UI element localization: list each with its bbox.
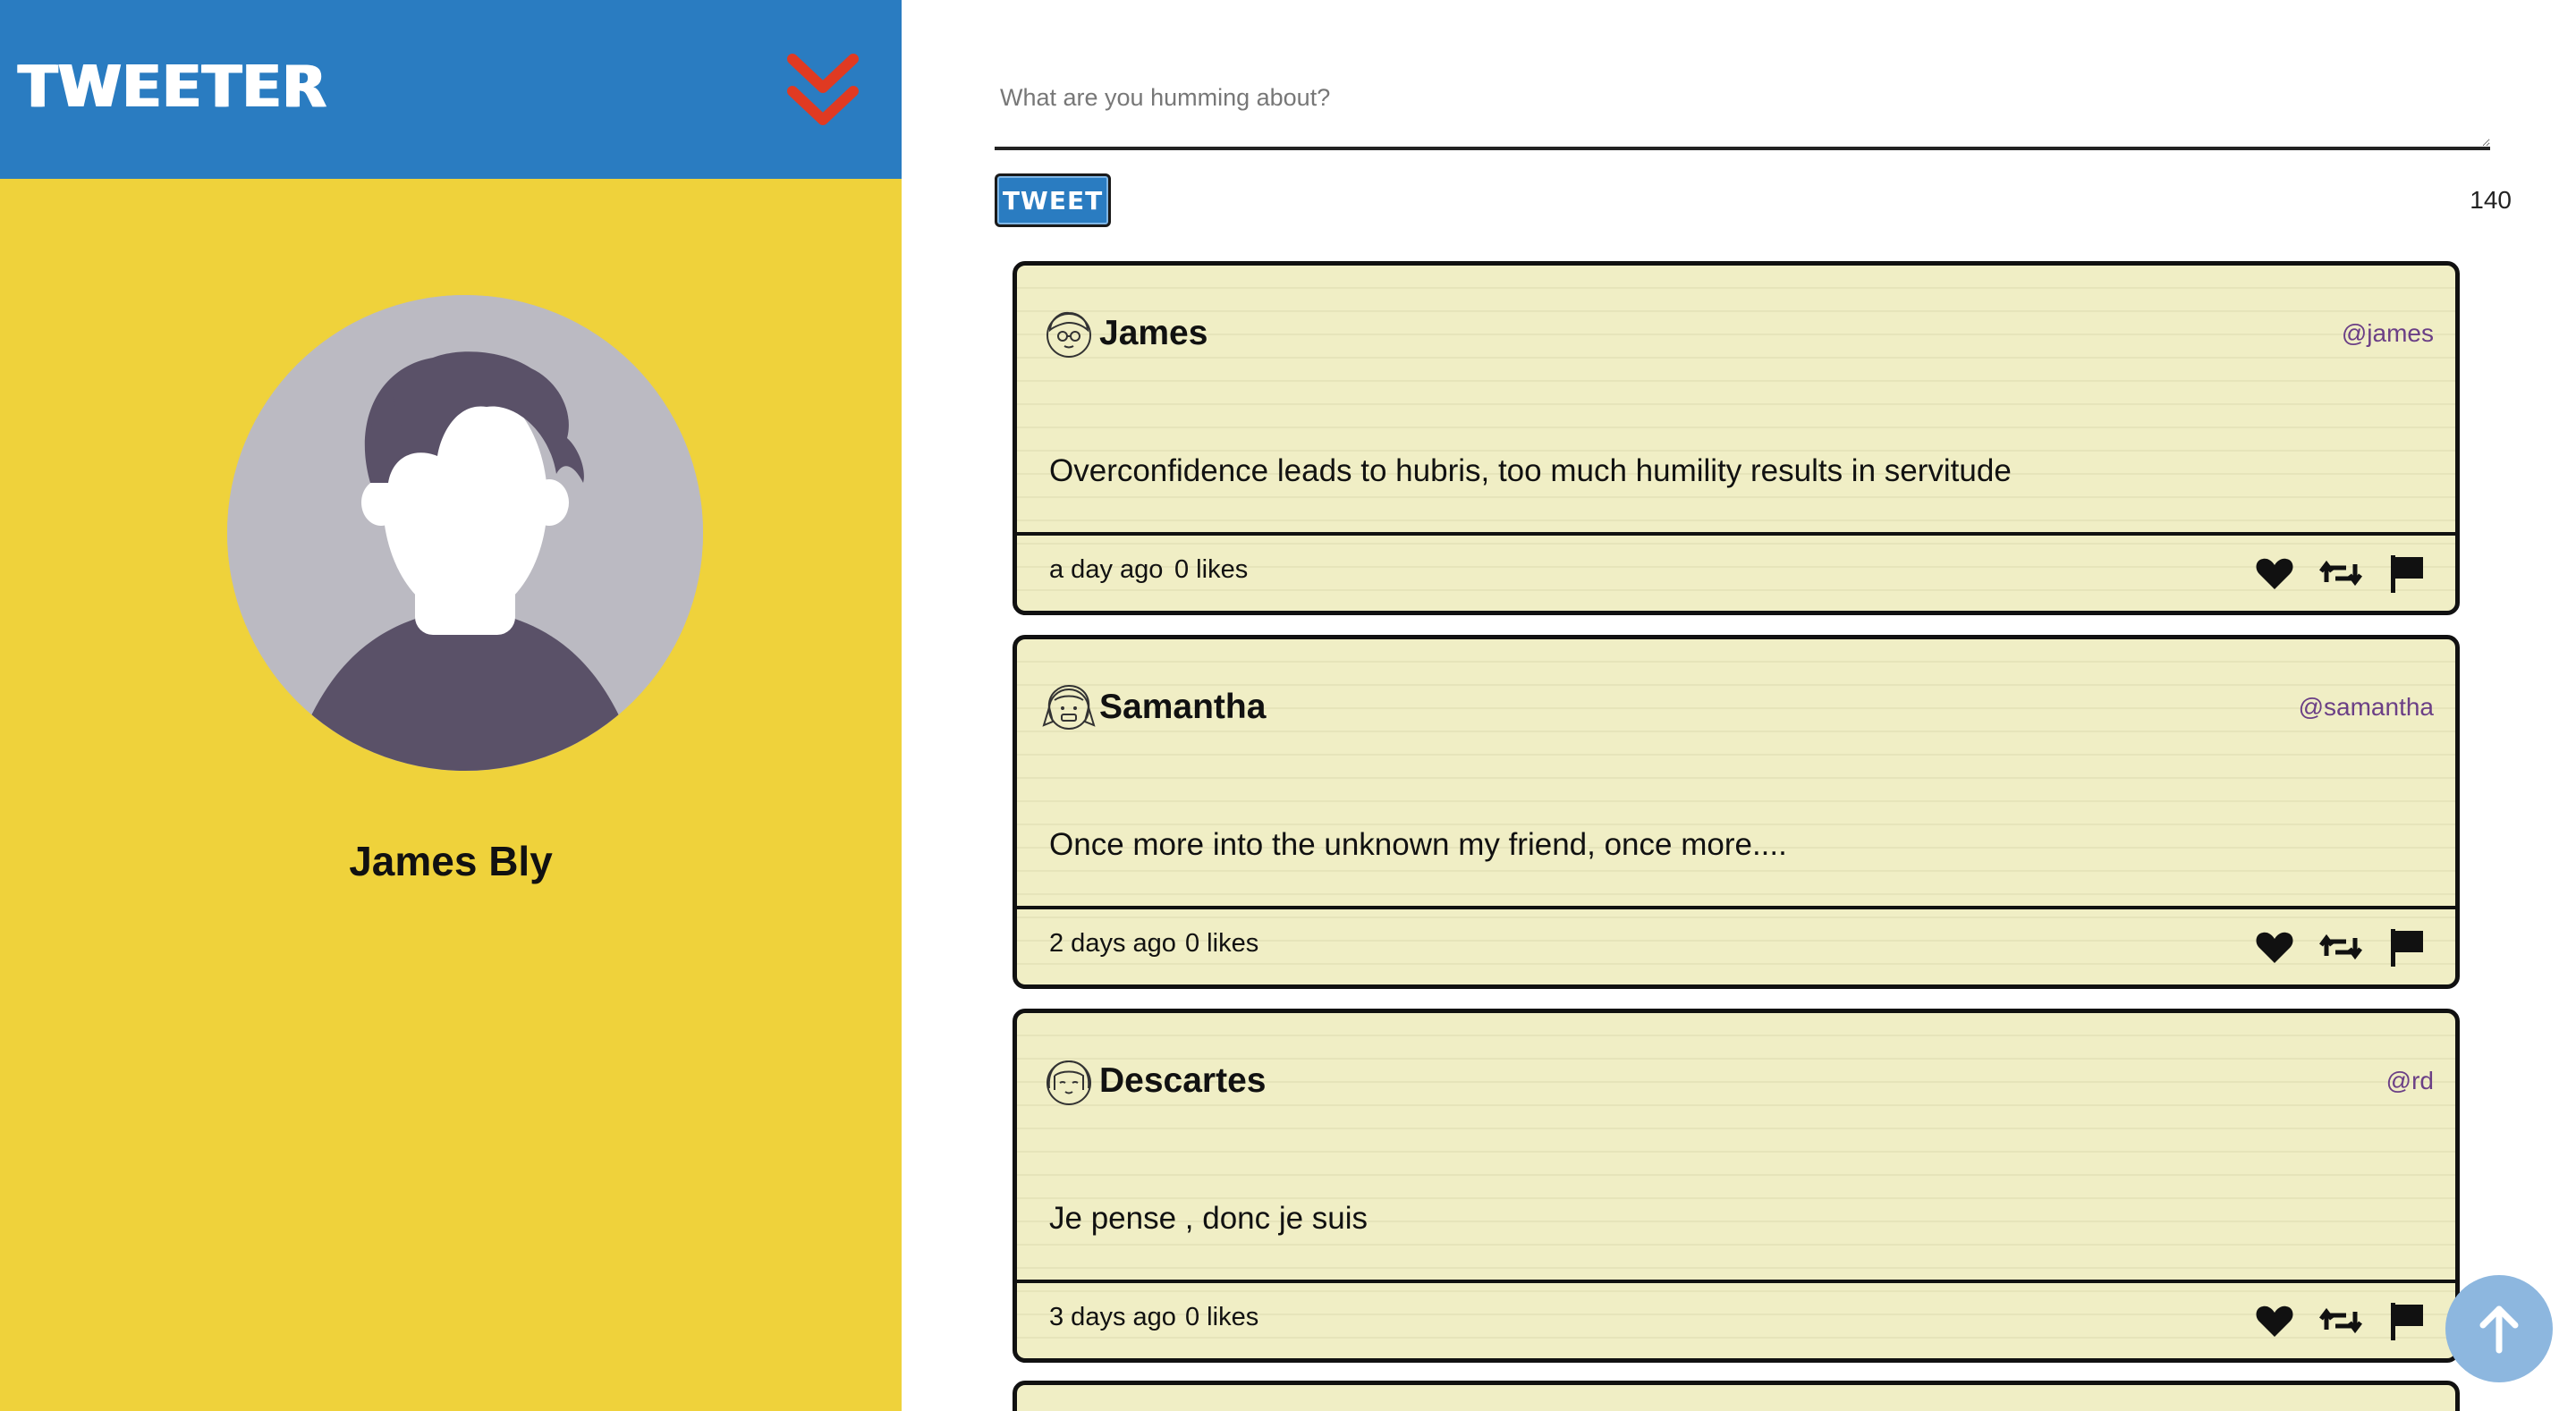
profile-sidebar: TWEETER James Bly xyxy=(0,0,902,1411)
tweet-like-count: 0 likes xyxy=(1185,929,1259,958)
tweet-footer: 2 days ago 0 likes xyxy=(1017,906,2455,984)
tweet-footer: 3 days ago 0 likes xyxy=(1017,1280,2455,1358)
char-counter: 140 xyxy=(2470,186,2512,214)
tweet-card: Descartes @rd Je pense , donc je suis 3 … xyxy=(1013,1009,2460,1363)
glasses-boy-avatar-icon xyxy=(1046,311,1091,358)
feed-main: TWEET 140 James @james Overconfidence le… xyxy=(902,0,2576,1411)
tweet-card: James @james Overconfidence leads to hub… xyxy=(1013,261,2460,615)
tweet-card: Samantha @samantha Once more into the un… xyxy=(1013,635,2460,989)
tweet-like-count: 0 likes xyxy=(1185,1303,1259,1331)
tweet-card xyxy=(1013,1381,2460,1411)
bob-hair-avatar-icon xyxy=(1046,1060,1091,1105)
brand-logo[interactable]: TWEETER xyxy=(18,52,326,123)
retweet-icon[interactable] xyxy=(2319,925,2362,968)
tweet-timestamp: 2 days ago xyxy=(1049,929,1176,958)
tweet-like-count: 0 likes xyxy=(1174,555,1249,584)
tweet-text: Je pense , donc je suis xyxy=(1049,1201,1368,1236)
tweet-actions xyxy=(2253,925,2428,968)
tweet-header: Samantha xyxy=(1042,679,1266,736)
heart-icon[interactable] xyxy=(2253,925,2296,968)
tweet-header: Descartes xyxy=(1042,1052,1266,1110)
tweet-text: Once more into the unknown my friend, on… xyxy=(1049,827,1787,862)
flag-icon[interactable] xyxy=(2385,552,2428,595)
flag-icon[interactable] xyxy=(2385,925,2428,968)
profile-name: James Bly xyxy=(349,838,553,884)
compose-textarea[interactable] xyxy=(995,63,2490,150)
retweet-icon[interactable] xyxy=(2319,552,2362,595)
tweet-header: James xyxy=(1042,305,1208,362)
tweet-author-name[interactable]: Samantha xyxy=(1099,688,1266,727)
tweet-author-handle[interactable]: @samantha xyxy=(2299,693,2434,722)
tweet-timestamp: a day ago xyxy=(1049,555,1164,584)
tweet-button[interactable]: TWEET xyxy=(995,173,1111,227)
flag-icon[interactable] xyxy=(2385,1299,2428,1342)
retweet-icon[interactable] xyxy=(2319,1299,2362,1342)
tweet-author-handle[interactable]: @rd xyxy=(2386,1067,2434,1095)
tweet-author-name[interactable]: Descartes xyxy=(1099,1061,1266,1101)
tweet-actions xyxy=(2253,552,2428,595)
tweet-text: Overconfidence leads to hubris, too much… xyxy=(1049,453,2012,488)
heart-icon[interactable] xyxy=(2253,1299,2296,1342)
tweet-author-name[interactable]: James xyxy=(1099,314,1208,353)
app-root: TWEETER James Bly What are you humming a… xyxy=(0,0,2576,1411)
tweet-author-handle[interactable]: @james xyxy=(2342,319,2434,348)
heart-icon[interactable] xyxy=(2253,552,2296,595)
arrow-up-icon[interactable] xyxy=(2445,1275,2553,1382)
double-chevron-down-icon[interactable] xyxy=(782,50,864,132)
profile-avatar xyxy=(227,295,703,771)
tweet-actions xyxy=(2253,1299,2428,1342)
top-nav-bar: TWEETER xyxy=(0,0,902,179)
tweet-footer: a day ago 0 likes xyxy=(1017,532,2455,611)
tweet-timestamp: 3 days ago xyxy=(1049,1303,1176,1331)
pigtails-girl-avatar-icon xyxy=(1042,684,1096,730)
